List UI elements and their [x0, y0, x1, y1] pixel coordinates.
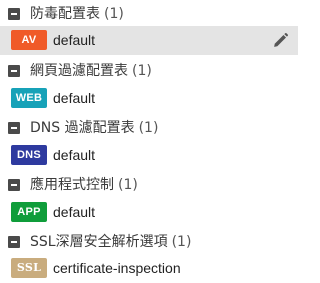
group-count: (1) — [132, 63, 152, 79]
dns-badge: DNS — [11, 145, 47, 165]
collapse-icon[interactable] — [8, 65, 20, 77]
item-label: default — [53, 204, 96, 220]
group-header-app-control[interactable]: 應用程式控制 (1) — [0, 171, 298, 200]
list-item-av-default[interactable]: AV default — [0, 26, 298, 55]
ssl-badge: SSL — [11, 258, 47, 278]
item-label: certificate-inspection — [53, 260, 181, 276]
profile-tree: 防毒配置表 (1) AV default 網頁過濾配置表 (1) WEB defau… — [0, 0, 298, 280]
group-count: (1) — [104, 6, 124, 22]
group-title: 防毒配置表 — [30, 6, 100, 22]
web-badge: WEB — [11, 88, 47, 108]
group-header-ssl-inspection[interactable]: SSL深層安全解析選項 (1) — [0, 228, 298, 257]
group-count: (1) — [138, 120, 159, 136]
group-count: (1) — [118, 177, 138, 193]
item-label: default — [53, 147, 96, 163]
group-header-dns-filter[interactable]: DNS 過濾配置表 (1) — [0, 114, 298, 143]
group-header-web-filter[interactable]: 網頁過濾配置表 (1) — [0, 57, 298, 86]
list-item-ssl-certificate-inspection[interactable]: SSL certificate-inspection — [0, 254, 298, 283]
group-title: SSL深層安全解析選項 — [30, 234, 168, 250]
collapse-icon[interactable] — [8, 8, 20, 20]
group-title: 應用程式控制 — [30, 177, 114, 193]
group-count: (1) — [171, 234, 192, 250]
list-item-dns-default[interactable]: DNS default — [0, 141, 298, 170]
collapse-icon[interactable] — [8, 179, 20, 191]
group-title: 網頁過濾配置表 — [30, 63, 128, 79]
group-title: DNS 過濾配置表 — [30, 120, 135, 136]
collapse-icon[interactable] — [8, 236, 20, 248]
item-label: default — [53, 32, 96, 48]
list-item-app-default[interactable]: APP default — [0, 198, 298, 227]
list-item-web-default[interactable]: WEB default — [0, 84, 298, 113]
group-header-antivirus[interactable]: 防毒配置表 (1) — [0, 0, 298, 29]
collapse-icon[interactable] — [8, 122, 20, 134]
av-badge: AV — [11, 30, 47, 50]
pencil-icon[interactable] — [272, 32, 289, 49]
app-badge: APP — [11, 202, 47, 222]
item-label: default — [53, 90, 96, 106]
